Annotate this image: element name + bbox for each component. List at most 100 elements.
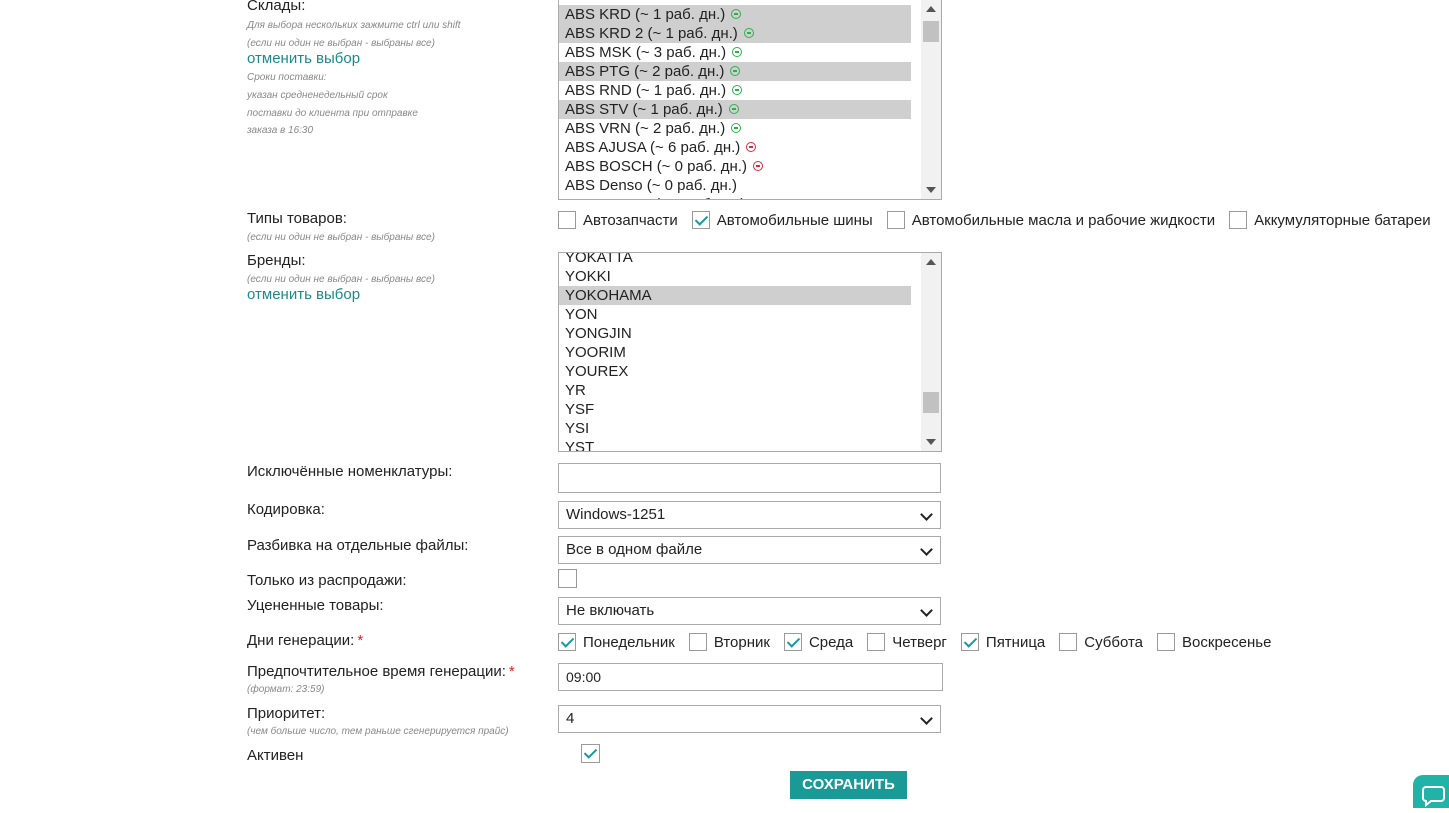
warehouse-option[interactable]: ABS STV (~ 1 раб. дн.): [559, 100, 911, 119]
gen-day-checkbox[interactable]: [783, 633, 802, 651]
brand-option[interactable]: YOUREX: [559, 362, 911, 381]
gen-day-checkbox[interactable]: [1157, 633, 1176, 651]
chevron-down-icon: [920, 712, 933, 725]
discounted-select[interactable]: Не включать: [558, 597, 941, 625]
product-types-label: Типы товаров:: [247, 210, 347, 227]
warehouse-option-label: ABS AJUSA (~ 6 раб. дн.): [565, 139, 741, 156]
gen-day-label: Суббота: [1084, 633, 1144, 651]
scroll-up-icon[interactable]: [926, 259, 936, 265]
brand-option[interactable]: YON: [559, 305, 911, 324]
warehouse-option[interactable]: ABS VRN (~ 2 раб. дн.): [559, 119, 911, 138]
warehouse-option[interactable]: ABS PTG (~ 2 раб. дн.): [559, 62, 911, 81]
warehouses-hint: Для выбора нескольких зажмите ctrl или s…: [247, 20, 461, 31]
gen-day-checkbox[interactable]: [688, 633, 707, 651]
status-available-icon: [730, 66, 741, 77]
product-type-checkbox[interactable]: [1229, 211, 1248, 229]
warehouses-listbox[interactable]: ABS KRD (~ 1 раб. дн.) ABS KRD 2 (~ 1 раб…: [558, 0, 942, 200]
excluded-label: Исключённые номенклатуры:: [247, 463, 453, 480]
brand-option[interactable]: YSI: [559, 419, 911, 438]
active-checkbox[interactable]: [581, 744, 601, 763]
warehouse-option-label: ABS VRN (~ 2 раб. дн.): [565, 120, 726, 137]
brand-option[interactable]: YST: [559, 438, 911, 451]
warehouse-option-label: ABS Denso (~ 0 раб. дн.): [565, 177, 737, 194]
encoding-value: Windows-1251: [566, 506, 666, 523]
gen-day-checkbox[interactable]: [558, 633, 576, 651]
warehouse-option[interactable]: ABS KRD 2 (~ 1 раб. дн.): [559, 24, 911, 43]
gen-days-group: Понедельник Вторник Среда Четверг Пятница Суб…: [558, 633, 1285, 651]
warehouse-option-label: ABS STV (~ 1 раб. дн.): [565, 101, 723, 118]
gen-day-checkbox[interactable]: [960, 633, 979, 651]
product-type-checkbox[interactable]: [886, 211, 905, 229]
gen-day-checkbox[interactable]: [867, 633, 886, 651]
scrollbar-thumb[interactable]: [923, 392, 939, 413]
gen-day-label: Пятница: [985, 633, 1046, 651]
gen-day-label: Понедельник: [583, 633, 675, 651]
active-label: Активен: [247, 747, 304, 764]
gen-time-hint: (формат: 23:59): [247, 684, 325, 695]
warehouse-option[interactable]: ABS RND (~ 1 раб. дн.): [559, 81, 911, 100]
scroll-up-icon[interactable]: [926, 6, 936, 12]
product-type-checkbox[interactable]: [558, 211, 576, 229]
discounted-value: Не включать: [566, 602, 655, 619]
sale-only-checkbox[interactable]: [558, 569, 577, 588]
chevron-down-icon: [920, 508, 933, 521]
warehouse-option[interactable]: ABS BOSCH (~ 0 раб. дн.): [559, 157, 911, 176]
priority-hint: (чем больше число, тем раньше сгенерируе…: [247, 726, 509, 737]
gen-day-label: Четверг: [892, 633, 947, 651]
warehouse-option[interactable]: ABS MSK (~ 3 раб. дн.): [559, 43, 911, 62]
brands-scrollbar[interactable]: [921, 253, 941, 451]
gen-time-label: Предпочтительное время генерации: *: [247, 663, 515, 680]
product-types-hint: (если ни один не выбран - выбраны все): [247, 232, 435, 243]
required-mark: *: [357, 632, 364, 649]
scroll-down-icon[interactable]: [926, 439, 936, 445]
warehouse-option[interactable]: ABS AJUSA (~ 6 раб. дн.): [559, 138, 911, 157]
status-available-icon: [728, 104, 739, 115]
brands-label: Бренды:: [247, 252, 306, 269]
warehouses-clear-link[interactable]: отменить выбор: [247, 50, 360, 67]
product-type-label: Автозапчасти: [583, 211, 678, 229]
brand-option[interactable]: YOKOHAMA: [559, 286, 911, 305]
chevron-down-icon: [920, 604, 933, 617]
brand-option[interactable]: YOKATTA: [559, 253, 911, 267]
warehouse-option-label: ABS RND (~ 1 раб. дн.): [565, 82, 727, 99]
scroll-down-icon[interactable]: [926, 187, 936, 193]
status-available-icon: [731, 123, 742, 134]
warehouse-option[interactable]: ABS Denso (~ 0 раб. дн.): [559, 176, 911, 195]
encoding-select[interactable]: Windows-1251: [558, 501, 941, 529]
brand-option[interactable]: YSF: [559, 400, 911, 419]
save-button[interactable]: СОХРАНИТЬ: [790, 771, 907, 799]
gen-day-checkbox[interactable]: [1059, 633, 1078, 651]
brand-option[interactable]: YR: [559, 381, 911, 400]
split-label: Разбивка на отдельные файлы:: [247, 537, 469, 554]
discounted-label: Уцененные товары:: [247, 597, 384, 614]
warehouses-scrollbar[interactable]: [921, 0, 941, 199]
status-available-icon: [732, 47, 743, 58]
gen-day-label: Среда: [808, 633, 854, 651]
gen-time-input[interactable]: 09:00: [558, 663, 943, 691]
gen-days-label: Дни генерации: *: [247, 632, 363, 649]
warehouse-option[interactable]: ABS KRD (~ 1 раб. дн.): [559, 5, 911, 24]
sale-only-label: Только из распродажи:: [247, 572, 407, 589]
delivery-line: поставки до клиента при отправке: [247, 108, 418, 119]
split-select[interactable]: Все в одном файле: [558, 536, 941, 564]
chevron-down-icon: [920, 543, 933, 556]
brand-option[interactable]: YOORIM: [559, 343, 911, 362]
gen-days-label-text: Дни генерации:: [247, 632, 355, 649]
product-type-label: Автомобильные масла и рабочие жидкости: [911, 211, 1216, 229]
priority-label: Приоритет:: [247, 705, 326, 722]
brands-clear-link[interactable]: отменить выбор: [247, 286, 360, 303]
priority-select[interactable]: 4: [558, 705, 941, 733]
brand-option[interactable]: YOKKI: [559, 267, 911, 286]
product-type-label: Автомобильные шины: [716, 211, 873, 229]
brands-listbox[interactable]: YOKATTA YOKKI YOKOHAMA YON YONGJIN YOORIM YOUR…: [558, 252, 942, 452]
warehouse-option[interactable]: ABS MAHLE (~ 0 раб. дн.): [559, 195, 911, 199]
product-type-checkbox[interactable]: [691, 211, 710, 229]
brand-option[interactable]: YONGJIN: [559, 324, 911, 343]
excluded-input[interactable]: [558, 463, 941, 493]
chat-widget-button[interactable]: [1413, 775, 1449, 808]
delivery-line: указан средненедельный срок: [247, 90, 388, 101]
status-available-icon: [743, 28, 754, 39]
gen-time-label-text: Предпочтительное время генерации:: [247, 663, 506, 680]
warehouses-label: Склады:: [247, 0, 306, 14]
scrollbar-thumb[interactable]: [923, 21, 939, 42]
